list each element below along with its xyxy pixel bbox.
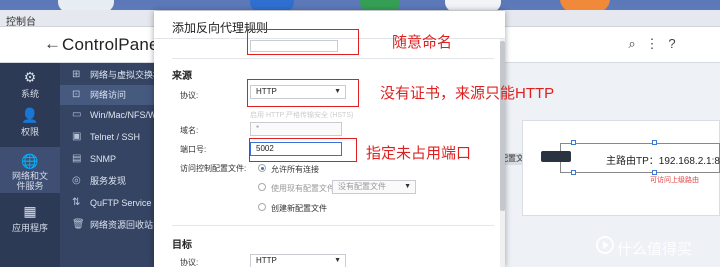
rail-item-system[interactable]: ⚙ 系统	[0, 69, 60, 103]
ftp-icon: ⇅	[72, 197, 81, 208]
rail-item-label: 权限	[20, 127, 39, 137]
annotation-protocol: 没有证书，来源只能HTTP	[380, 85, 555, 102]
page-title: ControlPanel	[62, 35, 163, 54]
annotation-port: 指定未占用端口	[366, 145, 472, 162]
globe-icon: 🌐	[21, 153, 39, 169]
acl-profile-select-value: 没有配置文件	[338, 182, 386, 191]
source-section-title: 来源	[172, 71, 192, 82]
rail-item-label: 应用程序	[11, 223, 48, 233]
divider	[172, 58, 494, 59]
annotation-name: 随意命名	[392, 34, 453, 51]
sidebar-item-label: QuFTP Service	[90, 198, 152, 208]
acl-radio-allow-all[interactable]	[258, 164, 266, 172]
more-icon[interactable]: ⋮	[645, 37, 659, 51]
annotation-box-protocol	[247, 79, 359, 107]
domain-label: 域名:	[180, 126, 199, 135]
rail-item-network-file[interactable]: 🌐 网络和文件服务	[0, 147, 60, 193]
folder-icon: ▭	[72, 109, 82, 120]
rail-item-permissions[interactable]: 👤 权限	[0, 107, 60, 141]
target-protocol-select[interactable]: HTTP ▼	[250, 254, 346, 267]
acl-option-label: 允许所有连接	[271, 165, 319, 174]
dialog-scrollbar-thumb[interactable]	[500, 41, 505, 211]
arrow-left-icon[interactable]: ←	[44, 34, 61, 54]
sidebar-item-label: SNMP	[90, 154, 117, 164]
target-section-title: 目标	[172, 240, 192, 251]
chevron-down-icon: ▼	[404, 183, 411, 190]
help-icon[interactable]: ?	[665, 37, 679, 51]
annotation-box-port	[249, 138, 357, 162]
watermark: 什么值得买	[617, 241, 693, 258]
sidebar-item-snmp[interactable]: ▤ SNMP	[60, 149, 156, 169]
rail-item-label: 网络和文件服务	[11, 171, 48, 191]
category-rail: ⚙ 系统 👤 权限 🌐 网络和文件服务 ▦ 应用程序	[0, 63, 60, 267]
snmp-icon: ▤	[72, 153, 82, 164]
sidebar-item-service-discovery[interactable]: ◎ 服务发现	[60, 171, 156, 191]
sidebar-item-label: 服务发现	[90, 176, 127, 186]
target-protocol-value: HTTP	[256, 256, 277, 265]
user-icon: 👤	[21, 107, 39, 123]
domain-input[interactable]: *	[250, 122, 342, 136]
acl-label: 访问控制配置文件:	[180, 164, 247, 173]
search-icon[interactable]: ⌕	[625, 37, 639, 51]
gear-icon: ⚙	[23, 69, 37, 85]
acl-option-label: 使用现有配置文件	[271, 184, 335, 193]
terminal-icon: ▣	[72, 131, 82, 142]
divider	[172, 225, 494, 226]
acl-profile-select[interactable]: 没有配置文件 ▼	[332, 180, 416, 194]
selection-handle[interactable]	[571, 140, 576, 145]
sidebar-item-recycle-bin[interactable]: 🗑 网络资源回收站	[60, 215, 156, 235]
selection-handle[interactable]	[571, 170, 576, 175]
trash-icon: 🗑	[72, 219, 85, 230]
watermark-play-icon	[596, 236, 614, 254]
subcategory-list: ⊞ 网络与虚拟交换机 ⊡ 网络访问 ▭ Win/Mac/NFS/WebDAV ▣ Tel…	[60, 63, 156, 267]
sidebar-item-win-mac-nfs[interactable]: ▭ Win/Mac/NFS/WebDAV	[60, 105, 156, 125]
router-icon	[541, 151, 571, 162]
domain-value: *	[256, 124, 260, 133]
sidebar-item-network-access[interactable]: ⊡ 网络访问	[60, 85, 156, 105]
port-label: 端口号:	[180, 145, 207, 154]
sidebar-item-quftp[interactable]: ⇅ QuFTP Service	[60, 193, 156, 213]
sidebar-item-network-vswitch[interactable]: ⊞ 网络与虚拟交换机	[60, 65, 156, 85]
annotation-box-name	[247, 29, 359, 55]
chevron-down-icon: ▼	[334, 257, 341, 264]
acl-radio-existing[interactable]	[258, 183, 266, 191]
rail-item-label: 系统	[20, 89, 39, 99]
sidebar-item-label: 网络访问	[90, 90, 127, 100]
hsts-option-faint: 启用 HTTP 严格传输安全 (HSTS)	[250, 112, 354, 119]
target-protocol-label: 协议:	[180, 258, 199, 267]
diagram-note: 可访问上级路由	[650, 177, 699, 184]
rail-item-applications[interactable]: ▦ 应用程序	[0, 203, 60, 237]
sidebar-item-telnet-ssh[interactable]: ▣ Telnet / SSH	[60, 127, 156, 147]
window-titlebar-text: 控制台	[6, 17, 36, 28]
sidebar-item-label: 网络资源回收站	[90, 220, 154, 230]
acl-option-label: 创建新配置文件	[271, 204, 327, 213]
sidebar-item-label: Win/Mac/NFS/WebDAV	[90, 110, 156, 120]
network-icon: ⊞	[72, 69, 81, 80]
discovery-icon: ◎	[72, 175, 81, 186]
acl-radio-create[interactable]	[258, 203, 266, 211]
sidebar-item-label: Telnet / SSH	[90, 132, 141, 142]
sidebar-item-label: 网络与虚拟交换机	[90, 70, 156, 80]
diagram-label: 主路由TP：192.168.2.1:80	[606, 156, 720, 167]
selection-handle[interactable]	[652, 140, 657, 145]
source-protocol-label: 协议:	[180, 91, 199, 100]
apps-icon: ▦	[23, 203, 37, 219]
selection-handle[interactable]	[652, 170, 657, 175]
network-access-icon: ⊡	[72, 89, 81, 100]
